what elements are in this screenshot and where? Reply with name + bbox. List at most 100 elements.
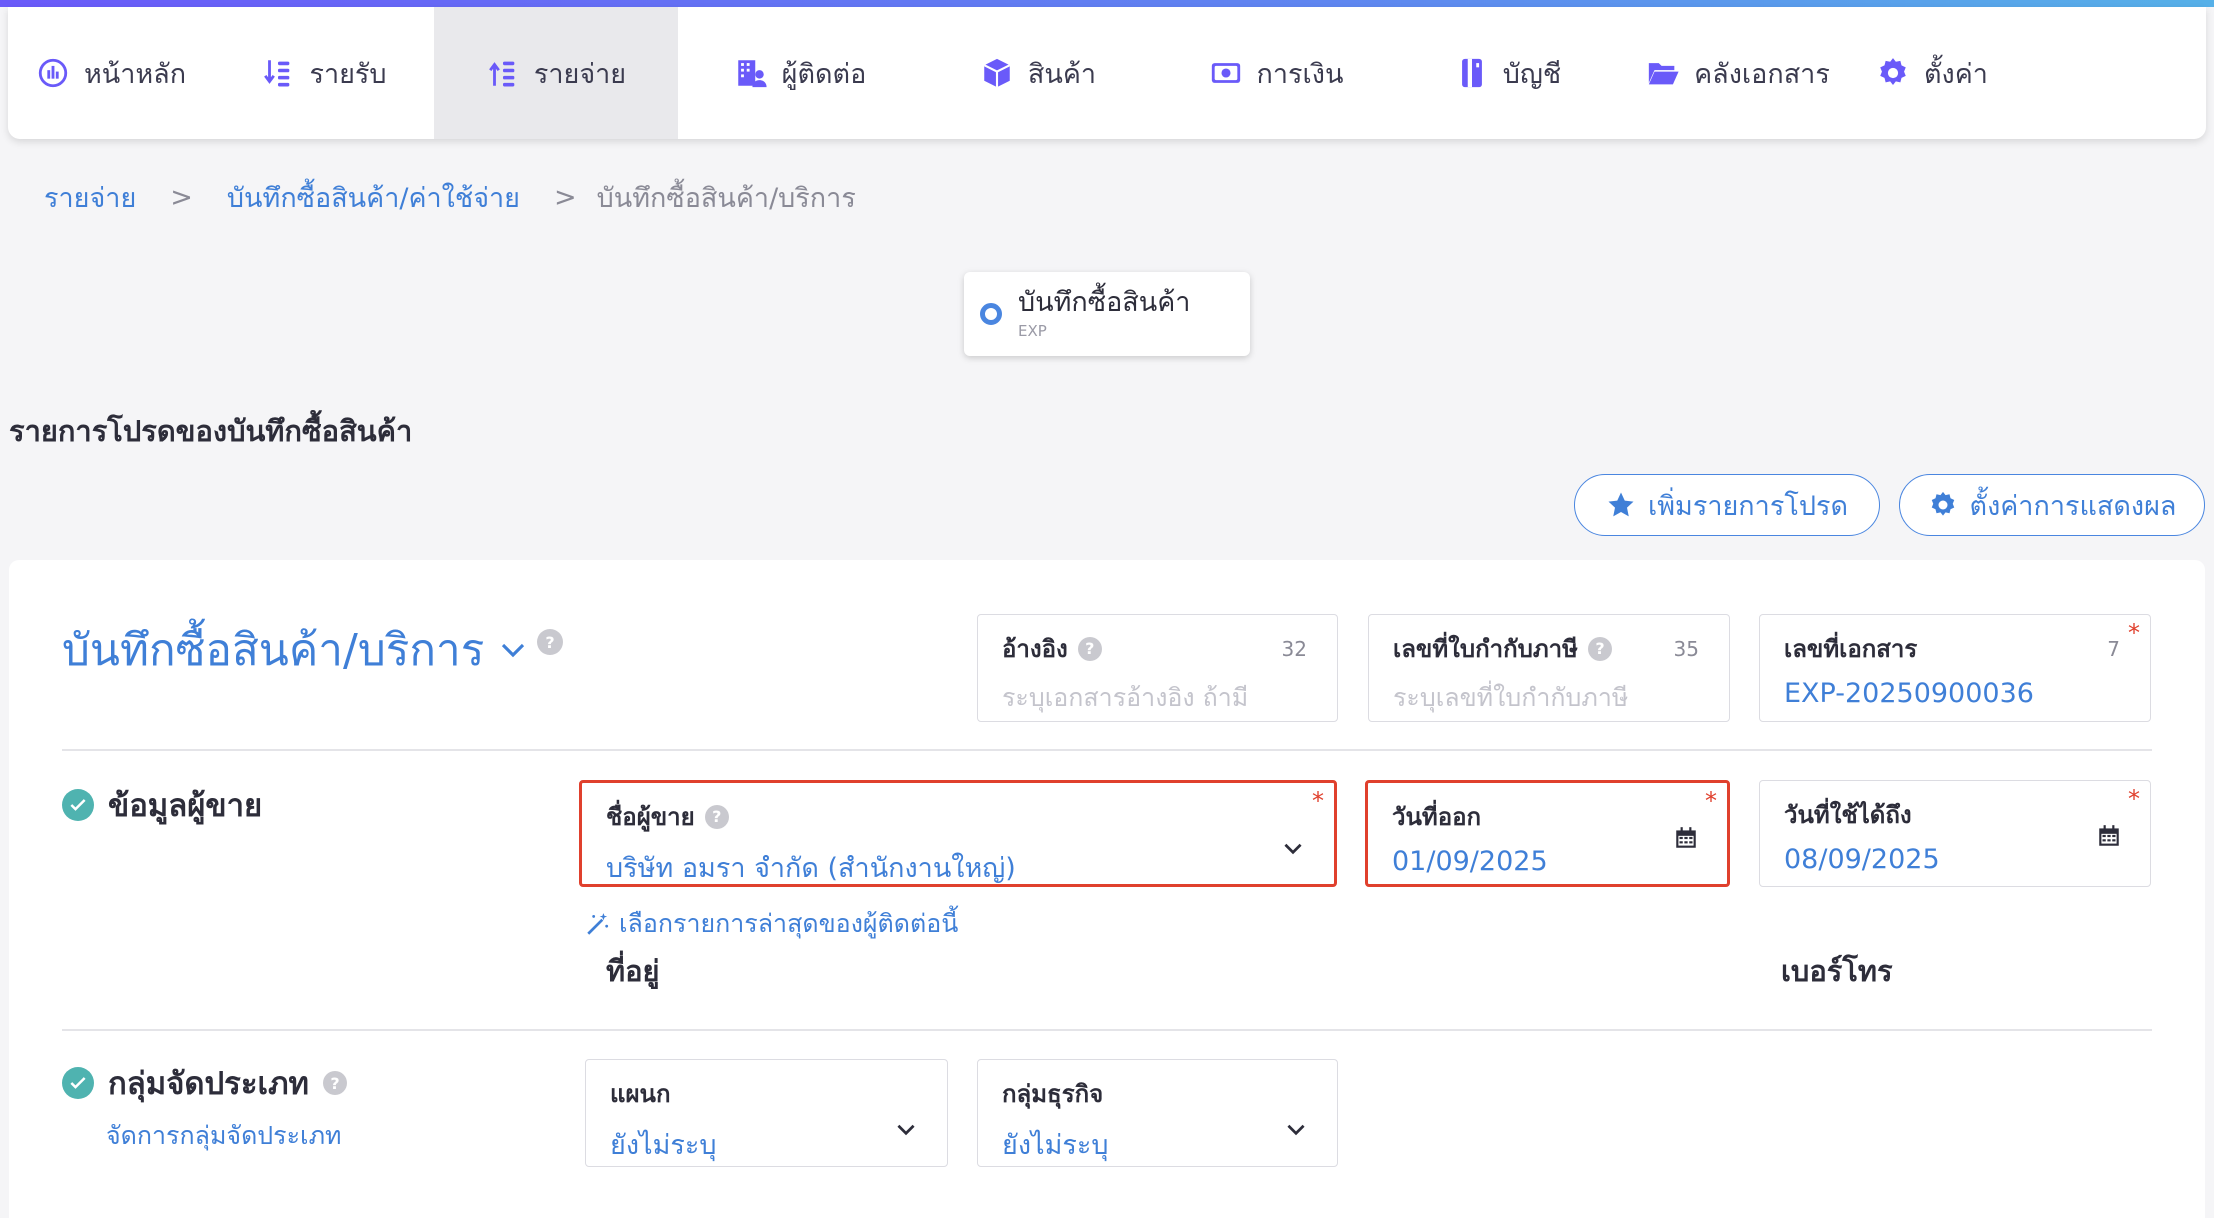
tax-invoice-input[interactable]: ระบุเลขที่ใบกำกับภาษี [1393,678,1709,718]
reference-field[interactable]: อ้างอิง? 32 ระบุเอกสารอ้างอิง ถ้ามี [977,614,1338,722]
check-circle-icon [62,1067,94,1099]
main-nav: หน้าหลัก รายรับ รายจ่าย ผู้ติดต่อ สินค้า… [8,7,2206,139]
help-icon[interactable]: ? [1077,636,1102,661]
star-icon [1608,492,1634,517]
doctype-option-expense[interactable]: บันทึกซื้อสินค้า EXP [964,272,1250,356]
expense-sort-icon [488,61,515,87]
display-settings-button[interactable]: ตั้งค่าการแสดงผล [1899,474,2205,536]
document-type-dropdown[interactable]: บันทึกซื้อสินค้า/บริการ [62,615,528,685]
folder-open-icon [1648,63,1679,85]
top-accent-bar [0,0,2214,7]
department-select[interactable]: แผนก ยังไม่ระบุ [585,1059,948,1167]
vendor-section-title: ข้อมูลผู้ขาย [62,780,262,830]
nav-item-documents[interactable]: คลังเอกสาร [1618,7,1858,139]
breadcrumb-expense[interactable]: รายจ่าย [44,176,136,219]
section-divider [62,749,2152,751]
nav-item-accounting[interactable]: บัญชี [1398,7,1618,139]
radio-selected-icon [980,303,1002,325]
valid-until-input[interactable]: 08/09/2025 [1784,844,2130,875]
help-icon[interactable]: ? [322,1071,347,1095]
required-mark: * [2128,785,2140,813]
help-icon[interactable]: ? [537,629,563,655]
display-settings-label: ตั้งค่าการแสดงผล [1969,490,2177,522]
vendor-name-value: บริษัท อมรา จำกัด (สำนักงานใหญ่) [606,853,1016,884]
favorites-heading: รายการโปรดของบันทึกซื้อสินค้า [9,414,413,448]
issue-date-label: วันที่ออก [1392,803,1482,831]
calendar-icon[interactable] [1673,825,1699,851]
nav-item-settings[interactable]: ตั้งค่า [1858,7,2006,139]
required-mark: * [2128,619,2140,647]
breadcrumb: รายจ่าย > บันทึกซื้อสินค้า/ค่าใช้จ่าย > … [44,176,856,219]
valid-until-field[interactable]: วันที่ใช้ได้ถึง * 08/09/2025 [1759,780,2151,887]
box-icon [983,58,1011,88]
document-title: บันทึกซื้อสินค้า/บริการ [62,625,485,676]
help-icon[interactable]: ? [704,804,729,829]
department-label: แผนก [610,1080,671,1108]
nav-label: คลังเอกสาร [1694,58,1830,90]
chevron-down-icon [1287,1124,1305,1136]
vendor-name-select[interactable]: ชื่อผู้ขาย? * บริษัท อมรา จำกัด (สำนักงา… [579,780,1337,887]
calendar-icon[interactable] [2096,823,2122,849]
issue-date-field[interactable]: วันที่ออก * 01/09/2025 [1365,780,1730,887]
doctype-code: EXP [1018,321,1047,340]
magic-wand-icon [587,913,609,935]
valid-until-label: วันที่ใช้ได้ถึง [1784,801,1912,829]
doc-number-label: เลขที่เอกสาร [1784,635,1918,663]
breadcrumb-separator: > [170,182,193,213]
required-mark: * [1312,787,1324,815]
doc-number-field[interactable]: เลขที่เอกสาร 7 * EXP-20250900036 [1759,614,2151,722]
gear-icon [1931,491,1954,516]
breadcrumb-purchase-expense[interactable]: บันทึกซื้อสินค้า/ค่าใช้จ่าย [227,176,520,219]
tax-invoice-label: เลขที่ใบกำกับภาษี [1393,635,1578,663]
doc-number-input[interactable]: EXP-20250900036 [1784,678,2130,709]
category-section-title: กลุ่มจัดประเภท ? [62,1058,347,1108]
reference-input[interactable]: ระบุเอกสารอ้างอิง ถ้ามี [1002,678,1317,718]
chevron-down-icon [897,1124,915,1136]
nav-item-home[interactable]: หน้าหลัก [8,7,214,139]
section-divider [62,1029,2152,1031]
business-group-label: กลุ่มธุรกิจ [1002,1080,1104,1108]
select-recent-label: เลือกรายการล่าสุดของผู้ติดต่อนี้ [619,909,959,938]
nav-label: ผู้ติดต่อ [781,58,867,90]
business-group-value: ยังไม่ระบุ [1002,1130,1109,1161]
help-icon[interactable]: ? [1587,636,1612,661]
vendor-name-label: ชื่อผู้ขาย [606,803,695,831]
category-section-label: กลุ่มจัดประเภท [108,1066,309,1102]
chevron-down-icon [502,643,525,658]
select-recent-link[interactable]: เลือกรายการล่าสุดของผู้ติดต่อนี้ [585,904,958,944]
check-circle-icon [62,789,94,821]
ledger-book-icon [1461,58,1482,88]
nav-label: หน้าหลัก [83,58,187,90]
gear-icon [1880,58,1906,86]
doc-number-counter: 7 [2107,637,2120,661]
dashboard-icon [38,58,68,88]
issue-date-input[interactable]: 01/09/2025 [1392,846,1707,877]
vendor-section-label: ข้อมูลผู้ขาย [108,788,263,824]
breadcrumb-separator: > [554,182,577,213]
reference-label: อ้างอิง [1002,635,1068,663]
add-favorite-label: เพิ่มรายการโปรด [1648,490,1848,522]
nav-label: รายรับ [309,58,387,90]
phone-label: เบอร์โทร [1781,954,1893,988]
tax-invoice-field[interactable]: เลขที่ใบกำกับภาษี? 35 ระบุเลขที่ใบกำกับภ… [1368,614,1730,722]
chevron-down-icon [1284,843,1302,855]
nav-item-contacts[interactable]: ผู้ติดต่อ [678,7,922,139]
add-favorite-button[interactable]: เพิ่มรายการโปรด [1574,474,1880,536]
building-contacts-icon [737,60,767,88]
money-icon [1211,63,1240,83]
nav-label: ตั้งค่า [1924,58,1988,90]
nav-item-finance[interactable]: การเงิน [1154,7,1398,139]
department-value: ยังไม่ระบุ [610,1130,717,1161]
nav-label: สินค้า [1027,58,1097,90]
income-sort-icon [264,60,290,87]
manage-category-link[interactable]: จัดการกลุ่มจัดประเภท [106,1116,342,1156]
nav-item-expense[interactable]: รายจ่าย [434,7,678,139]
business-group-select[interactable]: กลุ่มธุรกิจ ยังไม่ระบุ [977,1059,1338,1167]
required-mark: * [1705,787,1717,815]
nav-item-products[interactable]: สินค้า [922,7,1154,139]
nav-label: การเงิน [1256,58,1344,90]
reference-counter: 32 [1281,637,1307,661]
doctype-title: บันทึกซื้อสินค้า [1018,287,1191,319]
breadcrumb-current: บันทึกซื้อสินค้า/บริการ [596,183,856,214]
nav-item-income[interactable]: รายรับ [214,7,434,139]
